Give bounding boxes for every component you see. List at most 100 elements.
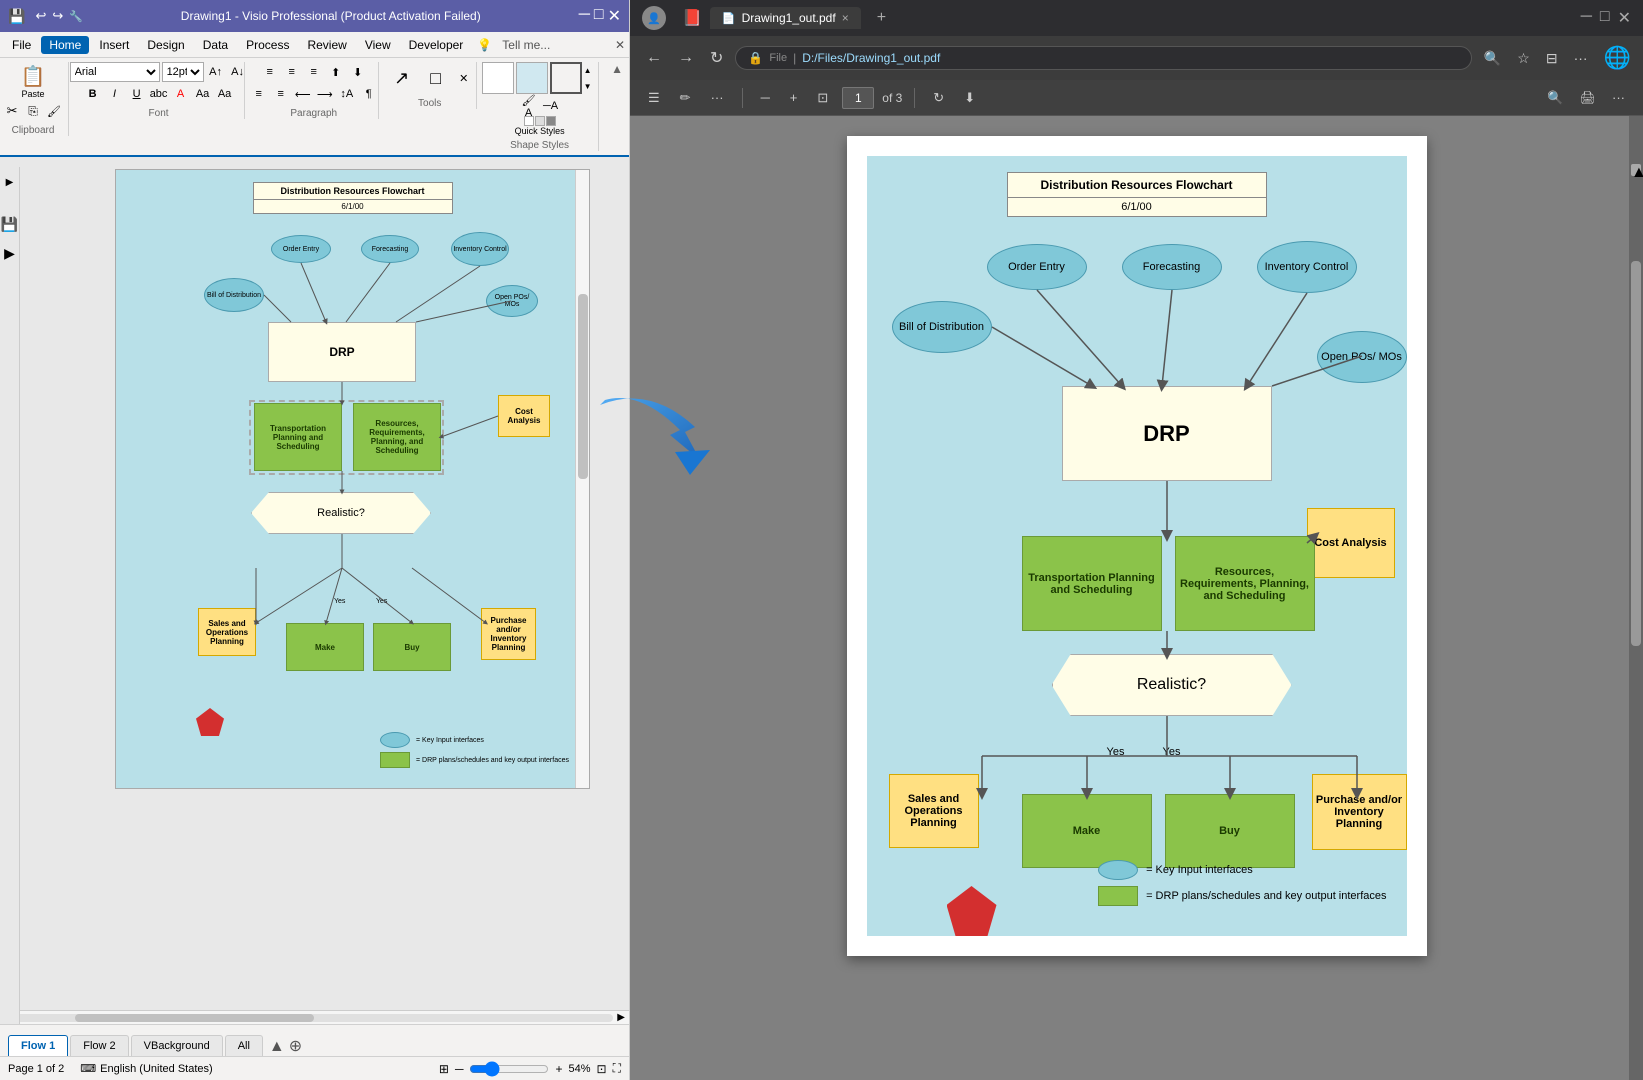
fit-page-icon[interactable]: ⊞ xyxy=(439,1062,449,1076)
zoom-slider[interactable] xyxy=(469,1061,549,1077)
minimize-button[interactable]: ─ xyxy=(579,6,590,26)
tab-flow1[interactable]: Flow 1 xyxy=(8,1035,68,1056)
grow-font-button[interactable]: A↑ xyxy=(206,62,226,82)
more-nav-button[interactable]: ··· xyxy=(1570,46,1592,70)
menu-view[interactable]: View xyxy=(357,36,399,54)
fullscreen-icon[interactable]: ⛶ xyxy=(613,1061,621,1076)
maximize-button[interactable]: □ xyxy=(594,6,604,26)
strikethrough-button[interactable]: abc xyxy=(149,84,169,104)
edge-icon[interactable]: 🌐 xyxy=(1604,45,1631,71)
scrollbar-thumb[interactable] xyxy=(578,294,588,479)
italic-button[interactable]: I xyxy=(105,84,125,104)
menu-data[interactable]: Data xyxy=(195,36,236,54)
font-size-select[interactable]: 12pt. xyxy=(162,62,204,82)
zoom-in-icon[interactable]: + xyxy=(555,1062,562,1076)
font-family-select[interactable]: Arial xyxy=(70,62,160,82)
scroll-right-icon[interactable]: ▶ xyxy=(617,1012,625,1023)
indent-increase-button[interactable]: ⟶ xyxy=(315,84,335,104)
sidebar-arrow-icon[interactable]: ▶ xyxy=(4,245,15,262)
menu-developer[interactable]: Developer xyxy=(401,36,472,54)
draw-tool-button[interactable]: ✏ xyxy=(674,87,697,109)
font-color-button[interactable]: A xyxy=(171,84,191,104)
fit-page-button[interactable]: ⊡ xyxy=(811,87,834,109)
menu-design[interactable]: Design xyxy=(139,36,192,54)
sidebar-toggle-button[interactable]: ☰ xyxy=(642,87,666,109)
text-direction-button[interactable]: ↕A xyxy=(337,84,357,104)
style-swatch-1[interactable] xyxy=(482,62,514,94)
style-scroll[interactable]: ▲ ▼ xyxy=(584,62,598,94)
copy-button[interactable]: ⎘ xyxy=(23,101,43,121)
shrink-font-button[interactable]: A↓ xyxy=(228,62,248,82)
ribbon-close-icon[interactable]: ✕ xyxy=(615,38,625,52)
undo-icon[interactable]: ↩ xyxy=(35,8,46,24)
zoom-nav-icon[interactable]: 🔍 xyxy=(1480,46,1505,71)
line-color-button[interactable]: ─A xyxy=(541,96,561,116)
indent-decrease-button[interactable]: ⟵ xyxy=(293,84,313,104)
fit-icon[interactable]: ⊡ xyxy=(597,1062,607,1076)
close-button[interactable]: ✕ xyxy=(608,6,621,26)
menu-process[interactable]: Process xyxy=(238,36,297,54)
underline-button[interactable]: U xyxy=(127,84,147,104)
page-number-input[interactable]: 1 xyxy=(842,87,874,109)
menu-file[interactable]: File xyxy=(4,36,39,54)
font-size-decrease[interactable]: Aa xyxy=(193,84,213,104)
canvas[interactable]: Distribution Resources Flowchart 6/1/00 … xyxy=(20,157,629,1010)
h-scrollbar-thumb[interactable] xyxy=(75,1014,314,1022)
redo-icon[interactable]: ↪ xyxy=(52,8,63,24)
print-button[interactable]: 🖨 xyxy=(1573,87,1602,109)
bullets-button[interactable]: ≡ xyxy=(249,84,269,104)
text-tool-button[interactable]: □ xyxy=(420,62,452,94)
visio-save-icon[interactable]: 💾 xyxy=(8,8,25,25)
forward-button[interactable]: → xyxy=(674,45,698,71)
ribbon-expand-button[interactable]: ▲ xyxy=(611,62,623,76)
download-button[interactable]: ⬇ xyxy=(958,87,981,109)
menu-home[interactable]: Home xyxy=(41,36,89,54)
zoom-out-button[interactable]: ─ xyxy=(755,87,776,108)
pdf-tab[interactable]: 📄 Drawing1_out.pdf × xyxy=(710,7,861,29)
favorites-icon[interactable]: ☆ xyxy=(1513,46,1534,71)
font-size-increase[interactable]: Aa xyxy=(215,84,235,104)
more-tools-button[interactable]: ··· xyxy=(705,87,730,108)
pdf-scroll-up-button[interactable]: ▲ xyxy=(1631,164,1641,176)
sidebar-expand-button[interactable]: ▶ xyxy=(6,177,14,188)
connect-tool-button[interactable]: ✕ xyxy=(454,68,474,88)
horizontal-scrollbar[interactable]: ◀ ▶ xyxy=(0,1010,629,1024)
split-view-icon[interactable]: ⊟ xyxy=(1542,46,1562,71)
refresh-button[interactable]: ↻ xyxy=(706,44,727,72)
tab-vbackground[interactable]: VBackground xyxy=(131,1035,223,1056)
zoom-out-icon[interactable]: ─ xyxy=(455,1062,464,1076)
pointer-tool-button[interactable]: ↗ xyxy=(386,62,418,94)
vertical-scrollbar[interactable] xyxy=(575,170,589,788)
pdf-minimize-button[interactable]: ─ xyxy=(1581,8,1592,28)
new-tab-button[interactable]: + xyxy=(877,9,886,27)
align-left-button[interactable]: ≡ xyxy=(260,62,280,82)
tab-all[interactable]: All xyxy=(225,1035,263,1056)
align-middle-button[interactable]: ⬇ xyxy=(348,62,368,82)
tab-options-icon[interactable]: ⊕ xyxy=(289,1036,302,1056)
align-center-button[interactable]: ≡ xyxy=(282,62,302,82)
tab-flow2[interactable]: Flow 2 xyxy=(70,1035,128,1056)
style-swatch-3[interactable] xyxy=(550,62,582,94)
numbering-button[interactable]: ≡ xyxy=(271,84,291,104)
pdf-maximize-button[interactable]: □ xyxy=(1600,8,1610,28)
sidebar-save-icon[interactable]: 💾 xyxy=(1,216,18,233)
pdf-tab-close-button[interactable]: × xyxy=(842,11,849,25)
search-pdf-button[interactable]: 🔍 xyxy=(1541,87,1569,109)
profile-icon[interactable]: 👤 xyxy=(642,6,666,30)
paragraph-spacing-button[interactable]: ¶ xyxy=(359,84,379,104)
align-top-button[interactable]: ⬆ xyxy=(326,62,346,82)
pdf-more-button[interactable]: ··· xyxy=(1606,87,1631,109)
align-right-button[interactable]: ≡ xyxy=(304,62,324,82)
quick-styles-button[interactable]: Quick Styles xyxy=(515,116,565,136)
address-bar[interactable]: 🔒 File | D:/Files/Drawing1_out.pdf xyxy=(735,46,1471,70)
pdf-scrollbar-thumb[interactable] xyxy=(1631,261,1641,647)
tell-me-input[interactable]: Tell me... xyxy=(494,36,558,54)
cut-button[interactable]: ✂ xyxy=(2,101,22,121)
rotate-button[interactable]: ↻ xyxy=(927,87,950,109)
fill-color-button[interactable]: 🖌A xyxy=(519,96,539,116)
style-swatch-2[interactable] xyxy=(516,62,548,94)
menu-insert[interactable]: Insert xyxy=(91,36,137,54)
add-tab-icon[interactable]: ▲ xyxy=(269,1038,285,1056)
bold-button[interactable]: B xyxy=(83,84,103,104)
paste-button[interactable]: 📋 Paste xyxy=(17,62,50,101)
